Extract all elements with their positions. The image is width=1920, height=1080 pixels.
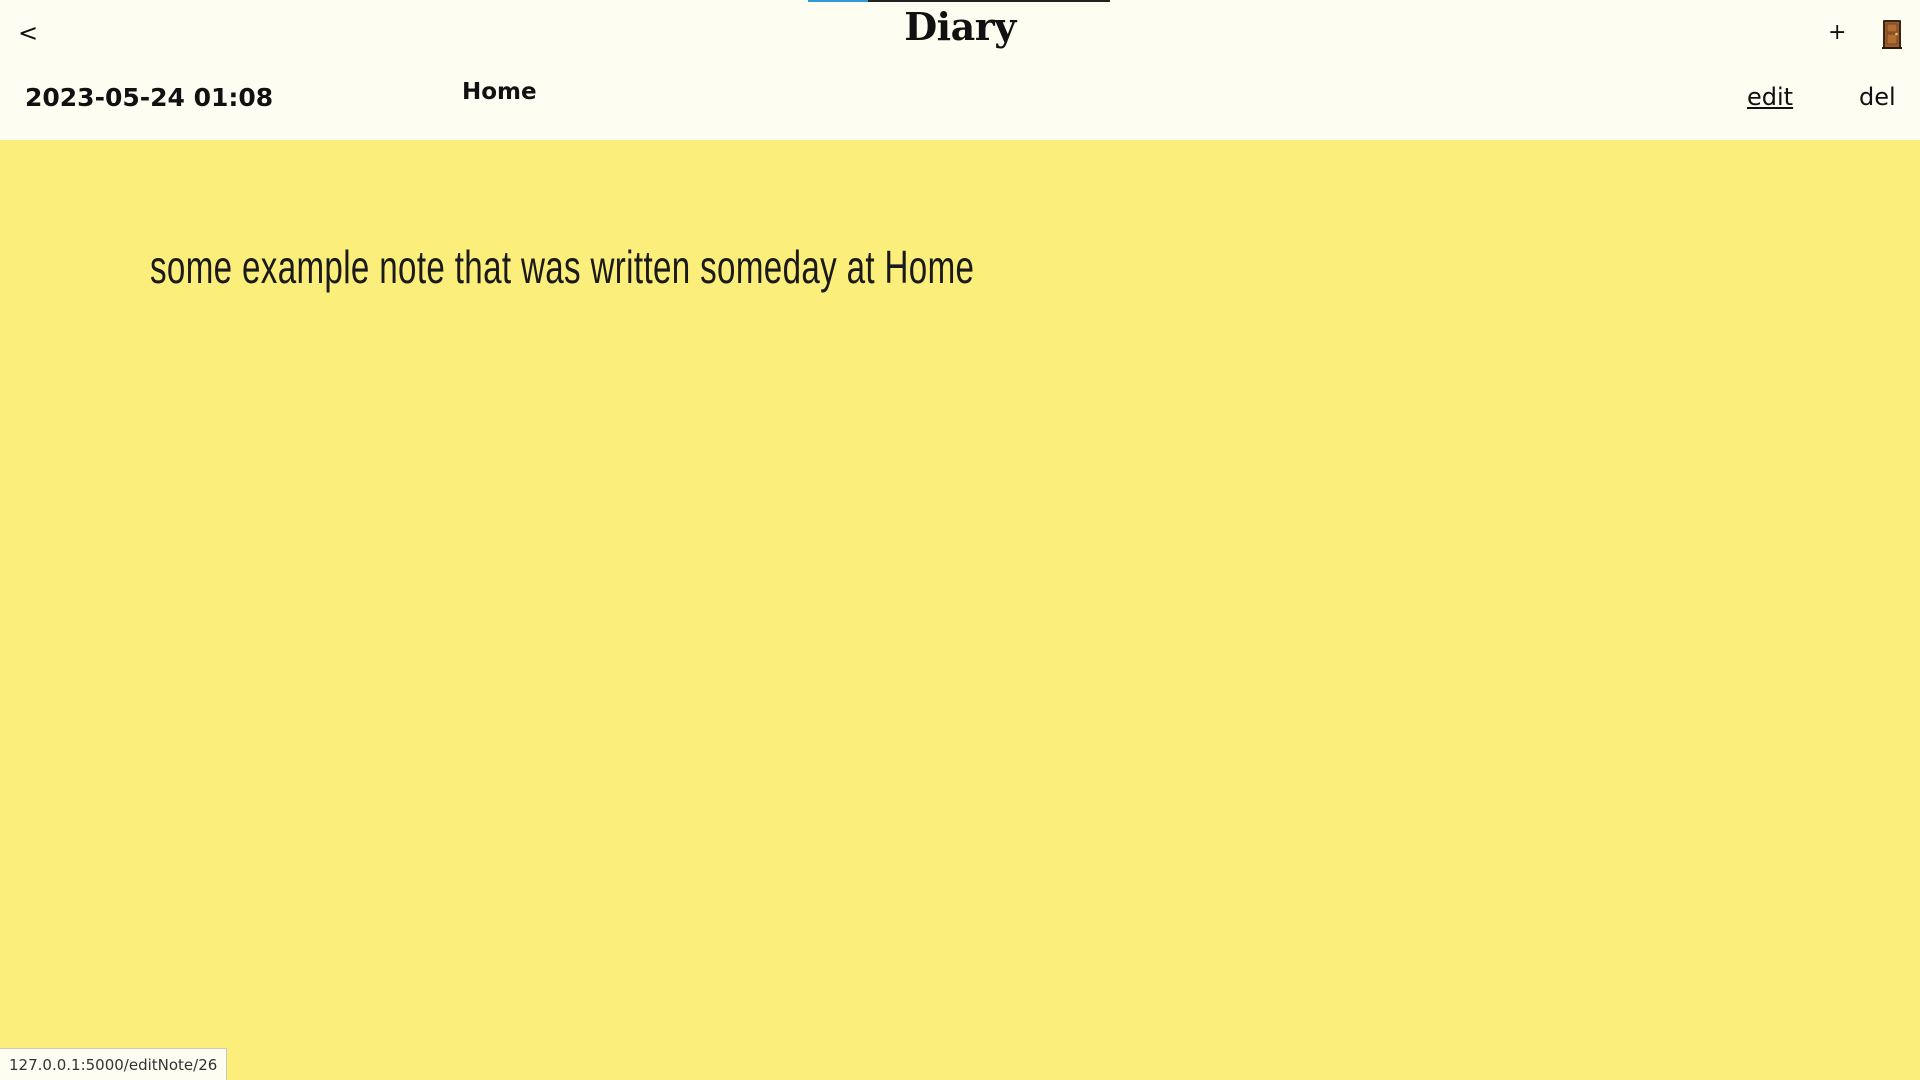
- page-load-progress-bar: [808, 0, 1110, 2]
- back-button[interactable]: <: [18, 18, 38, 48]
- door-icon[interactable]: [1882, 19, 1902, 49]
- header: < Diary + 2023-05-24 01:08 Home edit del: [0, 0, 1920, 140]
- edit-note-link[interactable]: edit: [1747, 83, 1793, 111]
- door-icon-graphic: [1882, 20, 1902, 49]
- add-note-button[interactable]: +: [1828, 18, 1846, 48]
- page-load-progress-fill: [808, 0, 869, 2]
- note-text: some example note that was written somed…: [150, 241, 975, 293]
- link-preview-status-bar: 127.0.0.1:5000/editNote/26: [0, 1048, 228, 1080]
- delete-note-button[interactable]: del: [1859, 83, 1896, 111]
- note-date: 2023-05-24 01:08: [25, 83, 274, 112]
- diary-app: < Diary + 2023-05-24 01:08 Home edit del…: [0, 0, 1920, 1080]
- page-title: Diary: [904, 4, 1016, 49]
- note-content-area: some example note that was written somed…: [0, 140, 1920, 1080]
- note-location: Home: [462, 79, 537, 105]
